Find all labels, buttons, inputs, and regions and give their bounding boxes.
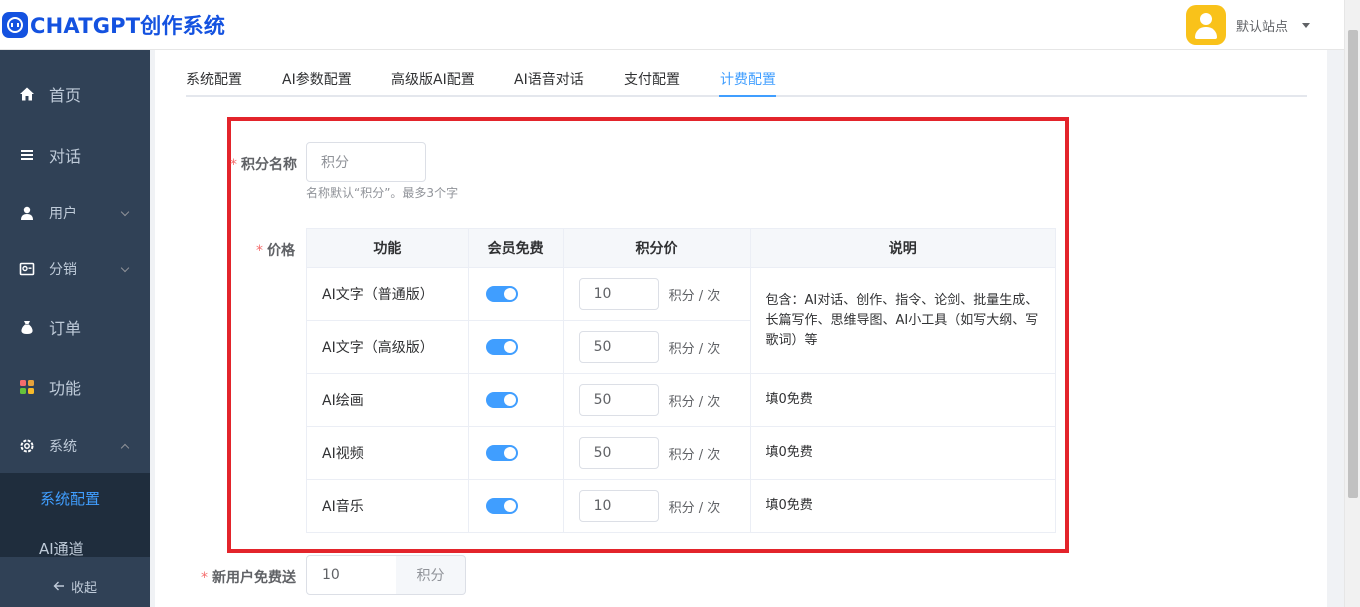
scrollbar-thumb[interactable]: [1348, 30, 1358, 498]
sidebar-item-distribution[interactable]: 分销: [0, 249, 150, 289]
order-icon: [19, 319, 35, 335]
new-user-points-suffix: 积分: [396, 555, 466, 595]
feature-name: AI绘画: [306, 373, 469, 427]
sidebar-item-label: 分销: [49, 262, 77, 278]
app-title: CHATGPT创作系统: [30, 14, 226, 38]
sidebar-item-features[interactable]: 功能: [0, 367, 150, 407]
col-header-description: 说明: [749, 228, 1057, 268]
tab-advanced-ai[interactable]: 高级版AI配置: [391, 69, 475, 89]
user-icon: [19, 205, 35, 221]
logo-icon: [2, 12, 28, 38]
avatar[interactable]: [1185, 5, 1226, 45]
page-scrollbar[interactable]: [1344, 0, 1360, 607]
price-unit: 积分 / 次: [668, 394, 721, 410]
table-row: AI文字（普通版） 10 积分 / 次 包含：AI对话、创作、指令、论剑、批量生成…: [306, 267, 1057, 374]
description-cell: 填0免费: [749, 479, 1057, 533]
price-unit: 积分 / 次: [668, 447, 721, 463]
sidebar-subitem-system-config[interactable]: 系统配置: [40, 488, 100, 509]
sidebar-item-home[interactable]: 首页: [0, 74, 150, 114]
system-submenu: 系统配置 AI通道: [0, 473, 150, 559]
member-free-toggle[interactable]: [485, 392, 518, 408]
sidebar-item-chat[interactable]: 对话: [0, 135, 150, 175]
distribution-icon: [19, 261, 35, 277]
sidebar-item-label: 首页: [49, 86, 82, 105]
points-name-hint: 名称默认“积分”。最多3个字: [306, 186, 459, 200]
sidebar-item-orders[interactable]: 订单: [0, 307, 150, 347]
price-input[interactable]: 10: [578, 490, 659, 522]
table-row: AI音乐 10 积分 / 次 填0免费: [306, 479, 1057, 533]
sidebar-item-label: 对话: [49, 147, 82, 166]
col-header-price: 积分价: [562, 228, 751, 268]
app-logo[interactable]: CHATGPT创作系统: [2, 10, 225, 40]
sidebar-item-label: 订单: [49, 319, 82, 338]
col-header-feature: 功能: [306, 228, 469, 268]
tab-bar: 系统配置 AI参数配置 高级版AI配置 AI语音对话 支付配置 计费配置: [186, 64, 1307, 97]
list-icon: [19, 147, 35, 163]
table-row: AI视频 50 积分 / 次 填0免费: [306, 426, 1057, 480]
sidebar-item-label: 用户: [49, 206, 77, 222]
user-name[interactable]: 默认站点: [1236, 16, 1288, 35]
member-free-toggle[interactable]: [485, 498, 518, 514]
member-free-toggle[interactable]: [485, 286, 518, 302]
description-cell: 包含：AI对话、创作、指令、论剑、批量生成、长篇写作、思维导图、AI小工具（如写…: [749, 267, 1057, 374]
member-free-toggle[interactable]: [485, 339, 518, 355]
price-input[interactable]: 50: [578, 437, 659, 469]
price-unit: 积分 / 次: [668, 288, 721, 304]
price-unit: 积分 / 次: [668, 500, 721, 516]
tab-system-config[interactable]: 系统配置: [186, 69, 242, 89]
price-input[interactable]: 50: [578, 331, 659, 363]
gear-icon: [19, 438, 35, 454]
chevron-up-icon[interactable]: [120, 443, 130, 453]
sidebar-item-label: 系统: [49, 439, 77, 455]
points-name-input[interactable]: 积分: [306, 142, 426, 182]
new-user-points-input[interactable]: 10: [306, 555, 397, 595]
caret-down-icon[interactable]: [1302, 22, 1310, 28]
new-user-label: * 新用户免费送: [201, 570, 296, 586]
chevron-down-icon[interactable]: [120, 207, 130, 217]
sidebar-item-users[interactable]: 用户: [0, 193, 150, 233]
price-input[interactable]: 50: [578, 384, 659, 416]
member-free-toggle[interactable]: [485, 445, 518, 461]
collapse-button[interactable]: 收起: [0, 565, 150, 607]
tab-payment[interactable]: 支付配置: [624, 69, 680, 89]
points-name-label: * 积分名称: [230, 157, 297, 173]
feature-name: AI文字（普通版）: [306, 267, 469, 321]
tab-ai-voice[interactable]: AI语音对话: [514, 69, 584, 89]
tab-ai-params[interactable]: AI参数配置: [282, 69, 352, 89]
table-header-row: 功能 会员免费 积分价 说明: [306, 228, 1057, 268]
sidebar-item-label: 功能: [49, 379, 82, 398]
sidebar: 首页 对话 用户 分销 订单 功能 系统 系统配置 AI通道 收起: [0, 50, 150, 607]
chevron-down-icon[interactable]: [120, 263, 130, 273]
home-icon: [19, 86, 35, 102]
feature-name: AI文字（高级版）: [306, 320, 469, 374]
price-input[interactable]: 10: [578, 278, 659, 310]
top-header: CHATGPT创作系统 默认站点: [0, 0, 1344, 50]
col-header-member-free: 会员免费: [467, 228, 564, 268]
feature-name: AI音乐: [306, 479, 469, 533]
price-table: 功能 会员免费 积分价 说明 AI文字（普通版） 10 积分 / 次 包含：AI对…: [306, 228, 1057, 533]
tab-billing[interactable]: 计费配置: [720, 69, 776, 89]
grid-icon: [19, 379, 35, 395]
price-label: * 价格: [256, 243, 295, 259]
description-cell: 填0免费: [749, 373, 1057, 427]
description-cell: 填0免费: [749, 426, 1057, 480]
active-tab-indicator: [719, 95, 776, 97]
sidebar-item-system[interactable]: 系统: [0, 426, 150, 466]
collapse-label: 收起: [70, 580, 97, 596]
price-unit: 积分 / 次: [668, 341, 721, 357]
user-menu[interactable]: 默认站点: [1185, 5, 1310, 45]
feature-name: AI视频: [306, 426, 469, 480]
table-row: AI绘画 50 积分 / 次 填0免费: [306, 373, 1057, 427]
arrow-left-icon: [53, 581, 64, 591]
sidebar-subitem-ai-channel[interactable]: AI通道: [39, 538, 84, 559]
